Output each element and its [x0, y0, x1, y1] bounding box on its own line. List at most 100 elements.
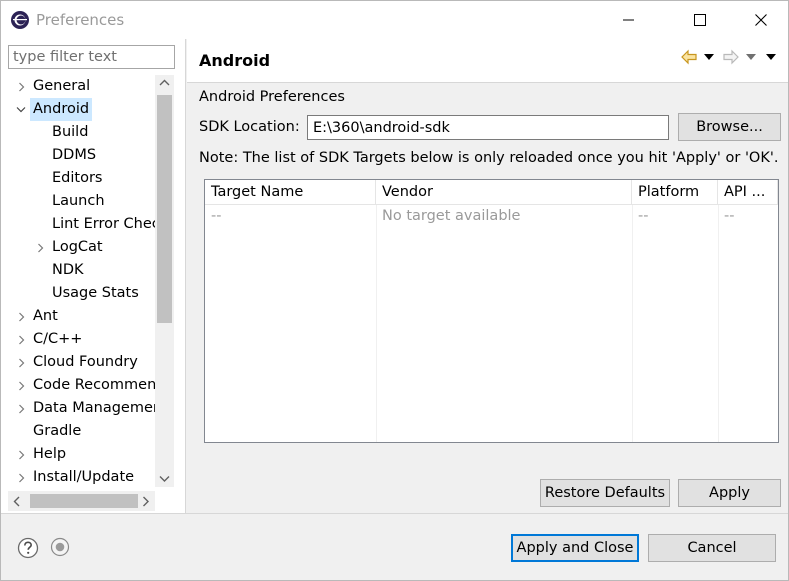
- tree-item[interactable]: Editors: [8, 167, 155, 190]
- column-divider: [718, 205, 719, 442]
- back-history-dropdown-icon[interactable]: [704, 54, 714, 60]
- table-cell: --: [724, 208, 735, 224]
- close-icon: [755, 14, 767, 26]
- tree-item-label: Launch: [52, 193, 105, 209]
- title-bar: Preferences: [1, 1, 788, 39]
- reload-note: Note: The list of SDK Targets below is o…: [199, 150, 779, 166]
- preferences-tree: General Android Build DDMS Editors Launch Lint…: [8, 75, 155, 487]
- table-cell: --: [638, 208, 649, 224]
- maximize-button[interactable]: [677, 1, 723, 39]
- page-header: Android: [187, 39, 788, 83]
- minimize-button[interactable]: [606, 1, 652, 39]
- column-divider: [632, 205, 633, 442]
- tree-item-label: LogCat: [52, 239, 103, 255]
- tree-item-label: Code Recommen: [33, 377, 155, 393]
- tree-item[interactable]: Data Managemen: [8, 397, 155, 420]
- tree-item-label: General: [33, 78, 91, 94]
- window-title: Preferences: [36, 11, 125, 29]
- column-divider: [376, 205, 377, 442]
- column-header[interactable]: Vendor: [376, 180, 632, 205]
- tree-item[interactable]: Code Recommen: [8, 374, 155, 397]
- tree-item-label: Android: [30, 98, 93, 121]
- forward-arrow-icon[interactable]: [722, 49, 740, 65]
- scroll-left-icon[interactable]: [13, 496, 21, 507]
- sdk-location-label: SDK Location:: [199, 119, 300, 135]
- eclipse-app-icon: [11, 11, 29, 29]
- chevron-down-icon[interactable]: [15, 98, 27, 121]
- tree-item[interactable]: Usage Stats: [8, 282, 155, 305]
- chevron-right-icon[interactable]: [15, 466, 27, 487]
- column-header[interactable]: Platform: [632, 180, 718, 205]
- left-panel: General Android Build DDMS Editors Launch Lint…: [1, 39, 186, 513]
- tree-item-label: DDMS: [52, 147, 97, 163]
- tree-item[interactable]: NDK: [8, 259, 155, 282]
- tree-item[interactable]: C/C++: [8, 328, 155, 351]
- filter-input[interactable]: [8, 45, 175, 69]
- sdk-location-input[interactable]: [307, 115, 669, 140]
- tree-item[interactable]: Launch: [8, 190, 155, 213]
- browse-button[interactable]: Browse...: [678, 113, 781, 141]
- tree-item[interactable]: Android: [8, 98, 155, 121]
- horizontal-scroll-thumb[interactable]: [30, 494, 138, 508]
- scroll-right-icon[interactable]: [142, 496, 150, 507]
- table-header: Target Name Vendor Platform API ...: [205, 180, 778, 205]
- tree-item[interactable]: Ant: [8, 305, 155, 328]
- maximize-icon: [694, 14, 706, 26]
- page-title: Android: [199, 51, 271, 70]
- section-label: Android Preferences: [199, 89, 345, 105]
- forward-history-dropdown-icon[interactable]: [746, 54, 756, 60]
- tree-item-label: Data Managemen: [33, 400, 155, 416]
- tree-item[interactable]: Gradle: [8, 420, 155, 443]
- minimize-icon: [623, 19, 634, 21]
- vertical-scroll-thumb[interactable]: [157, 95, 172, 323]
- apply-button[interactable]: Apply: [678, 479, 781, 507]
- chevron-right-icon[interactable]: [15, 305, 27, 328]
- tree-item-label: Gradle: [33, 423, 82, 439]
- tree-item-label: Usage Stats: [52, 285, 139, 301]
- sdk-targets-table[interactable]: Target Name Vendor Platform API ... -- No tar…: [204, 179, 779, 443]
- tree-item[interactable]: Install/Update: [8, 466, 155, 487]
- tree-item-label: Ant: [33, 308, 58, 324]
- chevron-right-icon[interactable]: [15, 443, 27, 466]
- tree-item-label: Help: [33, 446, 67, 462]
- tree-item[interactable]: Help: [8, 443, 155, 466]
- apply-and-close-button[interactable]: Apply and Close: [511, 534, 639, 562]
- chevron-right-icon[interactable]: [15, 397, 27, 420]
- tree-item-label: Editors: [52, 170, 103, 186]
- close-button[interactable]: [738, 1, 784, 39]
- chevron-right-icon[interactable]: [34, 236, 46, 259]
- table-cell: No target available: [382, 208, 521, 224]
- cancel-button[interactable]: Cancel: [648, 534, 776, 562]
- scroll-down-icon[interactable]: [159, 475, 170, 483]
- tree-item-label: NDK: [52, 262, 84, 278]
- chevron-right-icon[interactable]: [15, 328, 27, 351]
- restore-defaults-button[interactable]: Restore Defaults: [540, 479, 670, 507]
- tree-item-label: Cloud Foundry: [33, 354, 138, 370]
- tree-item[interactable]: Cloud Foundry: [8, 351, 155, 374]
- chevron-right-icon[interactable]: [15, 351, 27, 374]
- tree-item-label: Lint Error Chec: [52, 216, 155, 232]
- column-header[interactable]: Target Name: [205, 180, 376, 205]
- table-cell: --: [211, 208, 222, 224]
- tree-item-label: C/C++: [33, 331, 83, 347]
- tree-item-label: Install/Update: [33, 469, 135, 485]
- tree-item[interactable]: Build: [8, 121, 155, 144]
- tree-item[interactable]: LogCat: [8, 236, 155, 259]
- tree-item[interactable]: General: [8, 75, 155, 98]
- scroll-up-icon[interactable]: [159, 79, 170, 87]
- tree-vertical-scrollbar[interactable]: [155, 75, 174, 487]
- view-menu-icon[interactable]: [766, 54, 776, 60]
- tree-item[interactable]: Lint Error Chec: [8, 213, 155, 236]
- preferences-window: Preferences General Android Build DDMS Edito…: [0, 0, 789, 581]
- back-arrow-icon[interactable]: [680, 49, 698, 65]
- tree-item-label: Build: [52, 124, 89, 140]
- column-header[interactable]: API ...: [718, 180, 778, 205]
- record-macro-icon[interactable]: [50, 537, 70, 557]
- tree-horizontal-scrollbar[interactable]: [8, 491, 155, 511]
- tree-item[interactable]: DDMS: [8, 144, 155, 167]
- help-icon[interactable]: [17, 537, 39, 559]
- dialog-footer: Apply and Close Cancel: [1, 513, 788, 580]
- chevron-right-icon[interactable]: [15, 374, 27, 397]
- chevron-right-icon[interactable]: [15, 75, 27, 98]
- preference-page: Android Android Preferences SDK Location…: [187, 39, 788, 513]
